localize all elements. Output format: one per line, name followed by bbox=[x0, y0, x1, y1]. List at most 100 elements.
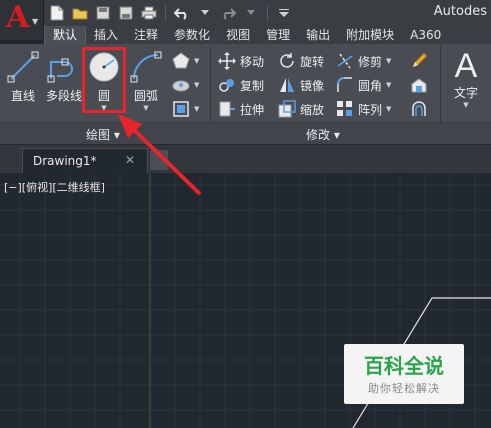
hatch-icon bbox=[172, 80, 190, 92]
array-button[interactable]: 阵列 ▼ bbox=[336, 98, 391, 120]
rotate-label: 旋转 bbox=[300, 54, 325, 69]
mirror-button[interactable]: 镜像 bbox=[278, 74, 324, 96]
pentagon-icon bbox=[172, 52, 190, 69]
text-icon: A bbox=[454, 47, 478, 85]
line-label: 直线 bbox=[10, 89, 35, 103]
panel-title-bar: 绘图 ▾ 修改 ▾ bbox=[0, 122, 491, 144]
text-label: 文字 bbox=[453, 86, 478, 100]
save-as-icon[interactable] bbox=[117, 4, 135, 22]
polyline-button[interactable]: 多段线 bbox=[44, 50, 84, 104]
tab-view[interactable]: 视图 bbox=[218, 26, 258, 44]
explode-button[interactable] bbox=[410, 74, 428, 96]
trim-button[interactable]: 修剪 ▼ bbox=[336, 50, 391, 72]
quick-access-toolbar bbox=[48, 3, 293, 23]
arc-icon bbox=[130, 51, 162, 83]
polygon-button[interactable]: ▼ bbox=[172, 50, 199, 72]
trim-icon bbox=[337, 53, 353, 69]
chevron-down-icon[interactable]: ▼ bbox=[126, 104, 166, 112]
tab-addins[interactable]: 附加模块 bbox=[338, 26, 402, 44]
stretch-icon bbox=[219, 101, 235, 117]
stretch-button[interactable]: 拉伸 bbox=[218, 98, 264, 120]
move-button[interactable]: 移动 bbox=[218, 50, 264, 72]
fillet-icon bbox=[337, 77, 352, 92]
move-icon bbox=[218, 52, 236, 70]
undo-dropdown-icon[interactable] bbox=[196, 4, 214, 22]
text-button[interactable]: A 文字 ▼ bbox=[446, 48, 486, 109]
undo-icon[interactable] bbox=[173, 4, 191, 22]
redo-icon[interactable] bbox=[219, 4, 237, 22]
scale-button[interactable]: 缩放 bbox=[278, 98, 324, 120]
rotate-button[interactable]: 旋转 bbox=[278, 50, 324, 72]
stretch-label: 拉伸 bbox=[240, 102, 265, 117]
explode-icon bbox=[411, 78, 427, 93]
rotate-icon bbox=[280, 53, 294, 68]
title-bar: Autodes bbox=[0, 0, 491, 26]
watermark-subtitle: 助你轻松解决 bbox=[368, 382, 440, 395]
erase-button[interactable] bbox=[410, 50, 428, 72]
watermark-title: 百科全说 bbox=[364, 354, 444, 378]
toolbar-separator bbox=[267, 5, 268, 21]
print-icon[interactable] bbox=[140, 4, 158, 22]
polyline-label: 多段线 bbox=[45, 89, 82, 103]
line-button[interactable]: 直线 bbox=[4, 50, 42, 104]
array-icon bbox=[337, 101, 352, 116]
polyline-icon bbox=[47, 58, 73, 83]
region-icon bbox=[173, 101, 189, 117]
hatch-button[interactable]: ▼ bbox=[172, 74, 199, 96]
arc-button[interactable]: 圆弧 ▼ bbox=[126, 50, 166, 112]
chevron-down-icon[interactable]: ▼ bbox=[194, 81, 199, 89]
redo-dropdown-icon[interactable] bbox=[242, 4, 260, 22]
fillet-label: 圆角 bbox=[358, 78, 383, 93]
chevron-down-icon[interactable]: ▼ bbox=[446, 101, 486, 109]
scale-label: 缩放 bbox=[300, 102, 325, 117]
fillet-button[interactable]: 圆角 ▼ bbox=[336, 74, 391, 96]
open-folder-icon[interactable] bbox=[71, 4, 89, 22]
modify-panel-title[interactable]: 修改 ▾ bbox=[306, 126, 340, 143]
region-button[interactable]: ▼ bbox=[172, 98, 199, 120]
trim-label: 修剪 bbox=[358, 54, 383, 69]
copy-icon bbox=[219, 79, 234, 92]
file-tab-bar: Drawing1* ✕ bbox=[0, 145, 491, 173]
line-icon bbox=[7, 51, 39, 83]
tab-a360[interactable]: A360 bbox=[402, 26, 449, 44]
drawing-tab-label: Drawing1* bbox=[33, 154, 97, 168]
tab-parametric[interactable]: 参数化 bbox=[166, 26, 218, 44]
copy-button[interactable]: 复制 bbox=[218, 74, 264, 96]
circle-highlight-box bbox=[82, 47, 126, 113]
new-tab-button[interactable] bbox=[150, 150, 168, 170]
mirror-icon bbox=[280, 78, 294, 92]
chevron-down-icon[interactable]: ▼ bbox=[194, 105, 199, 113]
tab-default[interactable]: 默认 bbox=[44, 26, 87, 44]
chevron-down-icon: ▼ bbox=[32, 17, 39, 26]
save-icon[interactable] bbox=[94, 4, 112, 22]
chevron-down-icon[interactable]: ▼ bbox=[194, 57, 199, 65]
close-icon[interactable]: ✕ bbox=[125, 153, 135, 167]
autocad-logo: A bbox=[6, 0, 30, 35]
window-title: Autodes bbox=[433, 4, 487, 19]
tab-annotate[interactable]: 注释 bbox=[126, 26, 166, 44]
tab-output[interactable]: 输出 bbox=[298, 26, 338, 44]
mirror-label: 镜像 bbox=[300, 78, 325, 93]
application-menu-button[interactable]: A ▼ bbox=[0, 0, 44, 40]
tab-insert[interactable]: 插入 bbox=[86, 26, 126, 44]
offset-icon bbox=[412, 101, 426, 116]
array-label: 阵列 bbox=[358, 102, 383, 117]
move-label: 移动 bbox=[240, 54, 265, 69]
scale-icon bbox=[278, 100, 296, 118]
chevron-down-icon[interactable]: ▼ bbox=[386, 57, 391, 65]
draw-panel-title[interactable]: 绘图 ▾ bbox=[86, 126, 120, 143]
pencil-icon bbox=[412, 52, 428, 68]
new-file-icon[interactable] bbox=[48, 4, 66, 22]
chevron-down-icon[interactable]: ▼ bbox=[386, 105, 391, 113]
viewport-controls[interactable]: [−][俯视][二维线框] bbox=[4, 179, 105, 195]
offset-button[interactable] bbox=[410, 98, 428, 120]
copy-label: 复制 bbox=[240, 78, 265, 93]
toolbar-separator bbox=[165, 5, 166, 21]
ribbon-tabs: 默认 插入 注释 参数化 视图 管理 输出 附加模块 A360 bbox=[44, 26, 491, 44]
drawing-tab[interactable]: Drawing1* ✕ bbox=[22, 148, 148, 173]
watermark-logo: 百科全说 助你轻松解决 bbox=[344, 344, 464, 404]
tab-manage[interactable]: 管理 bbox=[258, 26, 298, 44]
arc-label: 圆弧 bbox=[133, 89, 158, 103]
chevron-down-icon[interactable]: ▼ bbox=[386, 81, 391, 89]
customize-toolbar-icon[interactable] bbox=[275, 4, 293, 22]
